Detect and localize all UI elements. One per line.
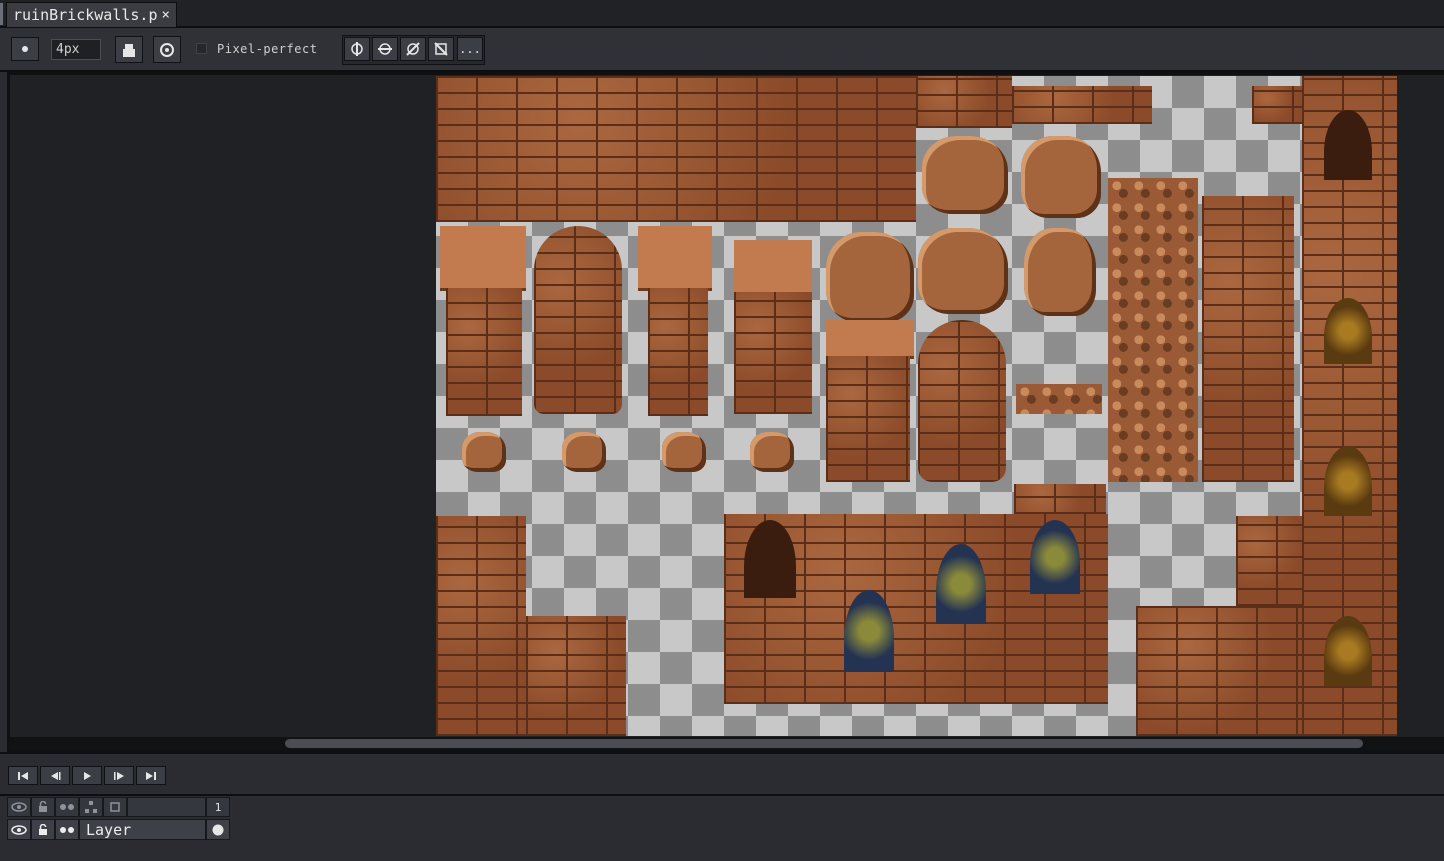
lock-header-icon[interactable] [31,797,55,817]
layer-group-header-icon[interactable] [79,797,103,817]
horizontal-scrollbar[interactable] [10,737,1444,750]
rubble-pile [918,228,1008,314]
square-outline-icon [110,802,120,812]
target-icon [160,42,174,57]
layer-lock-toggle[interactable] [31,819,55,840]
ruined-stairs-right [1136,606,1302,736]
pillar-cap [826,320,914,359]
brush-size-input[interactable]: 4px [51,39,101,60]
stone-slab [1016,384,1102,414]
broken-brick [662,432,706,472]
document-tab[interactable]: ruinBrickwalls.p × [6,2,177,27]
layer-continuous-toggle[interactable] [55,819,79,840]
square-pillar [734,292,812,414]
layer-cel-frame-1[interactable] [206,819,230,840]
horizontal-symmetry-icon [378,43,392,55]
play-icon [84,771,91,780]
broken-brick [562,432,606,472]
first-frame-button[interactable] [8,766,38,785]
pillar-cap [440,226,526,291]
brick-wall-tile [916,76,1012,128]
previous-frame-button[interactable] [40,766,70,785]
continuous-header-icon[interactable] [55,797,79,817]
timeline-divider [0,794,1444,796]
rubble-pile [1024,228,1096,316]
brick-ledge-tile [1012,86,1152,124]
sprite-canvas[interactable] [436,76,1397,736]
continuous-link-icon [60,804,74,810]
first-frame-icon [18,771,28,780]
anti-diagonal-symmetry-button[interactable] [428,37,454,61]
play-button[interactable] [72,766,102,785]
last-frame-icon [146,771,156,780]
next-frame-icon [114,771,124,780]
anti-diagonal-symmetry-icon [434,42,448,56]
frame-number-header[interactable]: 1 [206,797,230,817]
square-pillar [826,356,910,482]
ruined-stairs-left [436,516,526,736]
rubble-pile [826,232,914,322]
broken-brick [462,432,506,472]
eye-icon [11,802,27,812]
brick-wall-tile [436,76,916,222]
continuous-link-icon [60,826,74,833]
next-frame-button[interactable] [104,766,134,785]
cel-header-icon[interactable] [103,797,127,817]
brick-column [1202,196,1294,482]
hierarchy-icon [85,801,97,813]
pixel-perfect-checkbox[interactable] [196,43,207,54]
pillar-cap [734,240,812,295]
brick-ledge-tile [1252,86,1302,124]
pixel-perfect-label: Pixel-perfect [217,42,318,56]
tab-bar-marker [0,3,3,25]
canvas-viewport[interactable] [10,75,1444,737]
visibility-header-icon[interactable] [7,797,31,817]
ruined-stairs-right [1236,516,1302,606]
tab-bar: ruinBrickwalls.p × [0,0,1444,28]
pillar-cap [638,226,712,291]
horizontal-scrollbar-thumb[interactable] [285,739,1363,748]
previous-frame-icon [51,771,61,780]
vertical-symmetry-icon [351,42,363,56]
brick-ledge-tile [1014,484,1106,514]
rubble-pile [922,136,1008,214]
broken-brick [750,432,794,472]
ink-type-button[interactable] [115,36,143,63]
padlock-icon [39,823,47,835]
close-tab-icon[interactable]: × [162,7,170,23]
opacity-button[interactable] [153,36,181,63]
round-pillar [534,226,622,414]
diagonal-symmetry-button[interactable] [400,37,426,61]
square-pillar [446,288,522,416]
round-pillar [918,320,1006,482]
horizontal-symmetry-button[interactable] [372,37,398,61]
ink-bottle-icon [123,43,135,57]
last-frame-button[interactable] [136,766,166,785]
timeline-panel: 1 Layer [0,752,1444,861]
layer-visibility-toggle[interactable] [7,819,31,840]
layer-column-header [127,797,206,817]
stone-column [1108,178,1198,482]
vertical-symmetry-button[interactable] [344,37,370,61]
brush-type-button[interactable] [11,37,39,61]
eye-icon [11,824,27,835]
padlock-icon [39,801,47,812]
rubble-pile [1021,136,1101,218]
circle-brush-icon [22,46,28,52]
ruined-stairs-left [526,616,626,736]
document-tab-label[interactable]: ruinBrickwalls.p [13,6,158,24]
filled-cel-icon [212,824,224,835]
layer-name[interactable]: Layer [79,819,206,840]
symmetry-options-button[interactable]: ... [457,37,483,61]
square-pillar [648,288,708,416]
diagonal-symmetry-icon [406,42,420,56]
